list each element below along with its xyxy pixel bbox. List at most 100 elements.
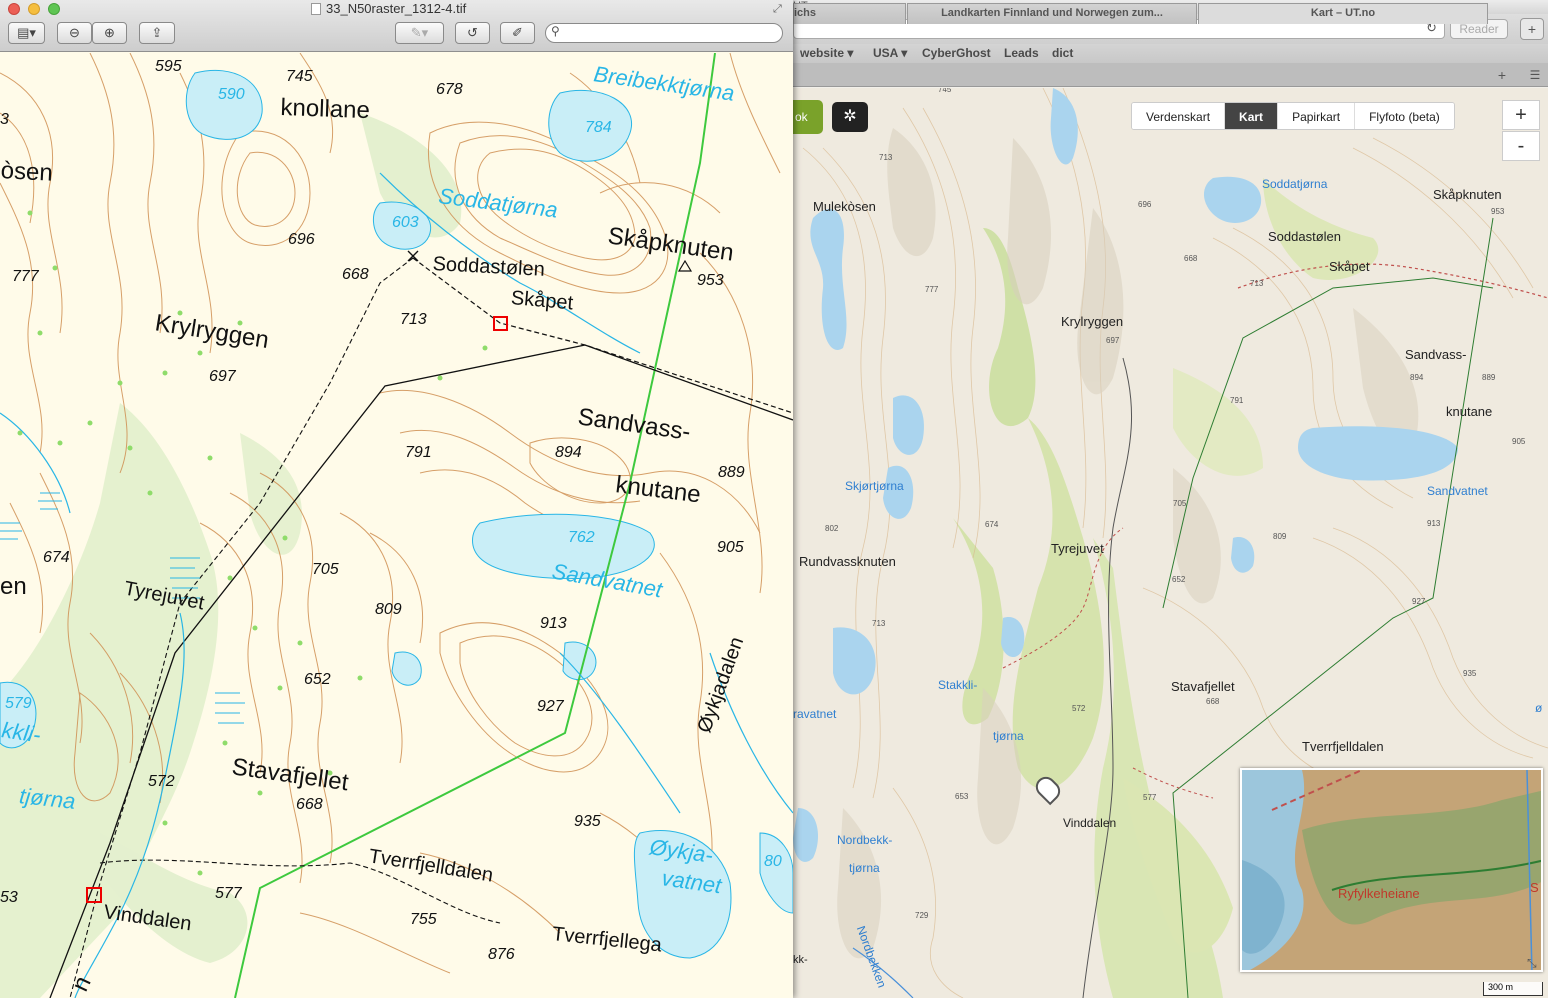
mode-flyfoto[interactable]: Flyfoto (beta)	[1355, 103, 1454, 129]
bookmark-cyberghost[interactable]: CyberGhost	[922, 46, 991, 60]
zoom-window-icon[interactable]	[48, 3, 60, 15]
ut-label-ravatnet: ravatnet	[793, 707, 837, 721]
n50-water-height: 784	[585, 119, 612, 136]
n50-height: 889	[718, 464, 745, 481]
zoom-in-button[interactable]: +	[1502, 100, 1540, 130]
n50-height: 777	[12, 268, 39, 285]
bookmark-dict[interactable]: dict	[1052, 46, 1073, 60]
n50-height: 791	[405, 444, 432, 461]
ut-height: 802	[825, 524, 839, 533]
tab-list-icon[interactable]: ☰	[1524, 66, 1546, 84]
n50-height: 668	[296, 796, 323, 813]
ut-label-skjortjorna: Skjørtjørna	[845, 479, 904, 493]
ut-height: 713	[1250, 279, 1264, 288]
bookmarks-bar: website ▾ USA ▾ CyberGhost Leads dict	[793, 44, 1548, 63]
n50-water-height: 762	[568, 529, 595, 546]
close-window-icon[interactable]	[8, 3, 20, 15]
ut-label-rundvassknuten: Rundvassknuten	[799, 554, 896, 569]
ut-label-krylryggen: Krylryggen	[1061, 314, 1124, 329]
edit-toolbar-icon[interactable]: ✐	[500, 22, 535, 44]
search-icon: ⚲	[551, 24, 560, 38]
n50-raster-map[interactable]: knollane òsen Breibekktjørna Soddatjørna…	[0, 53, 793, 998]
ut-label-stakkli: Stakkli-	[938, 678, 978, 692]
new-tab-icon[interactable]: +	[1490, 66, 1514, 84]
ut-label-stavafjellet: Stavafjellet	[1171, 679, 1235, 694]
ut-height: 953	[1491, 207, 1505, 216]
ut-height: 935	[1463, 669, 1477, 678]
bookmark-website[interactable]: website ▾	[800, 46, 853, 60]
tab-ichs[interactable]: ichs	[793, 3, 906, 24]
ut-label-nordbekk: Nordbekk-	[837, 833, 893, 847]
ut-height: 696	[1138, 200, 1152, 209]
zoom-in-icon[interactable]: ⊕	[92, 22, 127, 44]
ut-label-soddatjorna: Soddatjørna	[1262, 177, 1328, 191]
search-input[interactable]	[545, 23, 783, 43]
n50-height: 927	[537, 698, 564, 715]
rotate-icon[interactable]: ↺	[455, 22, 490, 44]
n50-height: 913	[540, 615, 567, 632]
n50-height: 697	[209, 368, 236, 385]
n50-height: 668	[342, 266, 369, 283]
ut-height: 713	[872, 619, 886, 628]
ut-height: 809	[1273, 532, 1287, 541]
n50-height: 595	[155, 58, 182, 75]
ut-height: 653	[955, 792, 969, 801]
n50-height: 674	[43, 549, 70, 566]
ut-label-o: ø	[1535, 701, 1543, 715]
ut-height: 894	[1410, 373, 1424, 382]
annotate-icon[interactable]: ✎▾	[395, 22, 444, 44]
ut-menu-button[interactable]: ok	[793, 100, 823, 134]
fullscreen-icon[interactable]: ⤢	[773, 3, 782, 16]
ut-height: 889	[1482, 373, 1496, 382]
bookmark-usa[interactable]: USA ▾	[873, 46, 907, 60]
ut-height: 745	[938, 88, 952, 94]
ut-label-sandvass: Sandvass-	[1405, 347, 1467, 362]
n50-height: 696	[288, 231, 315, 248]
ut-height: 913	[1427, 519, 1441, 528]
tab-landkarten[interactable]: Landkarten Finnland und Norwegen zum...	[907, 3, 1197, 24]
bookmark-leads[interactable]: Leads	[1004, 46, 1039, 60]
ut-label-tyrejuvet: Tyrejuvet	[1051, 541, 1104, 556]
ut-height: 652	[1172, 575, 1186, 584]
overview-minimap[interactable]: S ⤡	[1240, 768, 1543, 972]
n50-height: 572	[148, 773, 175, 790]
n50-height: 876	[488, 946, 515, 963]
n50-label-osen: òsen	[0, 157, 54, 187]
minimap-terrain	[1242, 770, 1541, 970]
n50-label-kkli: kkli-	[0, 717, 43, 748]
ut-label-sandvatnet: Sandvatnet	[1427, 484, 1488, 498]
n50-height: 577	[215, 885, 242, 902]
add-bookmark-button[interactable]: +	[1520, 18, 1544, 40]
mode-papirkart[interactable]: Papirkart	[1278, 103, 1356, 129]
preview-title: 33_N50raster_1312-4.tif	[326, 1, 467, 16]
ut-height: 572	[1072, 704, 1086, 713]
ut-height: 668	[1184, 254, 1198, 263]
ut-height: 713	[879, 153, 893, 162]
ut-label-skapknuten: Skåpknuten	[1433, 187, 1502, 202]
n50-label-en: en	[0, 573, 27, 600]
zoom-out-button[interactable]: -	[1502, 131, 1540, 161]
tab-kart-ut[interactable]: Kart – UT.no	[1198, 3, 1488, 24]
minimize-window-icon[interactable]	[28, 3, 40, 15]
ut-height: 927	[1412, 597, 1426, 606]
view-menu-button[interactable]: ▤▾	[8, 22, 45, 44]
share-icon[interactable]: ⇪	[139, 22, 175, 44]
document-icon	[311, 3, 321, 15]
n50-height: 953	[697, 272, 724, 289]
ut-label-soddastolen: Soddastølen	[1268, 229, 1341, 244]
ut-label-knutane: knutane	[1446, 404, 1493, 419]
mode-kart[interactable]: Kart	[1225, 103, 1279, 129]
ut-label-tverrfjelldalen: Tverrfjelldalen	[1302, 739, 1384, 754]
n50-height: 53	[0, 889, 18, 906]
ut-height: 705	[1173, 499, 1187, 508]
ut-label-skapet: Skåpet	[1329, 259, 1370, 274]
n50-height: 809	[375, 601, 402, 618]
minimap-resize-icon[interactable]: ⤡	[1527, 956, 1537, 970]
n50-height: 652	[304, 671, 331, 688]
zoom-out-icon[interactable]: ⊖	[57, 22, 92, 44]
layers-icon[interactable]: ✲	[832, 102, 868, 132]
ut-height: 674	[985, 520, 999, 529]
mode-verdenskart[interactable]: Verdenskart	[1132, 103, 1226, 129]
ut-height: 668	[1206, 697, 1220, 706]
n50-height: 745	[286, 68, 313, 85]
